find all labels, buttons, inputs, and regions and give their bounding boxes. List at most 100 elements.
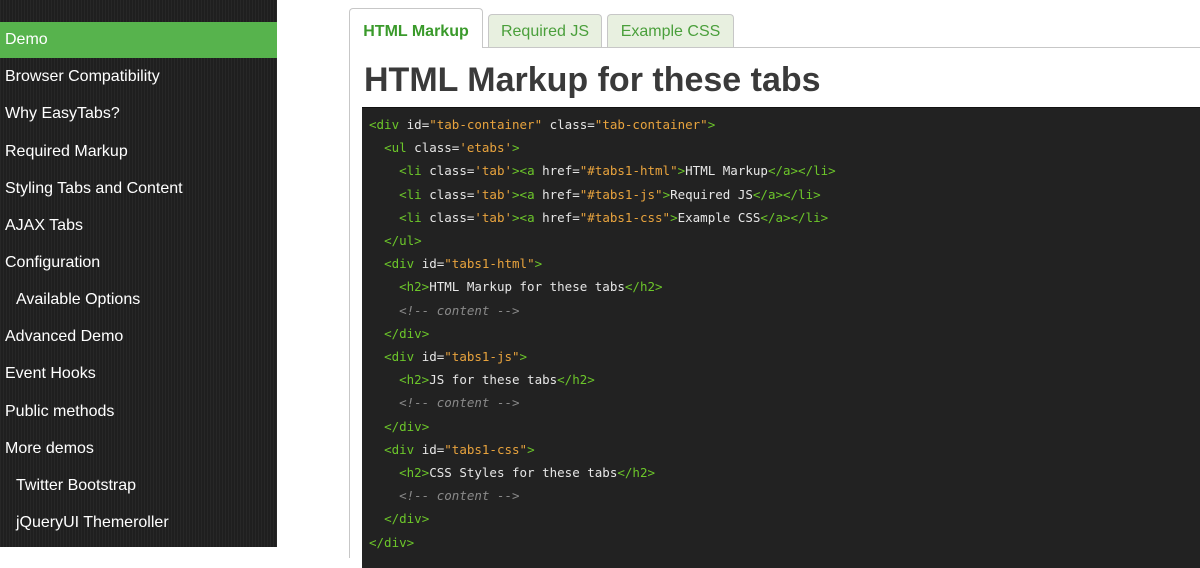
tab-panel: HTML Markup for these tabs <div id="tab-… [349, 47, 1200, 568]
panel-title: HTML Markup for these tabs [364, 61, 821, 99]
sidebar-item-browser-compatibility[interactable]: Browser Compatibility [0, 59, 277, 95]
sidebar-item-public-methods[interactable]: Public methods [0, 394, 277, 430]
code-token: href= [542, 209, 580, 225]
code-token: <div [384, 441, 422, 457]
code-line: <li class='tab'><a href="#tabs1-css">Exa… [369, 206, 828, 229]
code-token: 'tab' [474, 209, 513, 225]
sidebar-item-required-markup[interactable]: Required Markup [0, 134, 277, 170]
code-token: href= [542, 186, 580, 202]
sidebar-item-advanced-demo[interactable]: Advanced Demo [0, 319, 277, 355]
tab-example-css[interactable]: Example CSS [607, 14, 734, 47]
code-token: id= [421, 441, 445, 457]
code-line: <div id="tabs1-html"> [369, 252, 542, 275]
code-token: </div> [384, 325, 430, 341]
code-line: <div id="tabs1-js"> [369, 345, 527, 368]
code-token: </a></li> [752, 186, 821, 202]
code-token: > [677, 163, 686, 179]
sidebar-item-configuration[interactable]: Configuration [0, 245, 277, 281]
code-token: <h2> [399, 465, 430, 480]
code-token: CSS Styles for these tabs [429, 465, 618, 480]
code-line: <div id="tab-container" class="tab-conta… [369, 113, 715, 136]
code-line: <li class='tab'><a href="#tabs1-js">Requ… [369, 183, 821, 206]
code-line: <li class='tab'><a href="#tabs1-html">HT… [369, 159, 836, 182]
code-token: <a [519, 163, 543, 179]
sidebar-item-ajax-tabs[interactable]: AJAX Tabs [0, 208, 277, 244]
code-token: Example CSS [677, 209, 761, 225]
code-line: </ul> [369, 229, 422, 252]
code-token: <div [384, 349, 422, 364]
sidebar-item-styling-tabs[interactable]: Styling Tabs and Content [0, 171, 277, 207]
code-token: class= [414, 140, 460, 156]
code-line: <div id="tabs1-css"> [369, 438, 535, 461]
code-token: HTML Markup for these tabs [429, 279, 625, 295]
code-token: </div> [384, 418, 430, 434]
code-token: id= [421, 256, 445, 272]
code-token: > [527, 441, 535, 457]
sidebar-item-demo[interactable]: Demo [0, 22, 277, 58]
code-token: <ul [384, 140, 415, 156]
code-token: > [519, 349, 528, 364]
code-token: > [512, 140, 520, 156]
code-token: "tab-container" [429, 117, 543, 132]
code-token: <li [399, 209, 430, 225]
tab-html-markup[interactable]: HTML Markup [349, 8, 483, 48]
code-token: class= [429, 163, 475, 179]
code-line: <!-- content --> [369, 391, 519, 414]
code-token: "#tabs1-js" [579, 186, 663, 202]
code-token: > [512, 209, 520, 225]
code-token: <li [399, 163, 430, 179]
code-token: </div> [384, 511, 430, 527]
code-token: > [662, 186, 671, 202]
code-token: </h2> [624, 279, 663, 295]
code-token: 'tab' [474, 163, 513, 179]
code-line: <h2>HTML Markup for these tabs</h2> [369, 275, 663, 298]
code-line: <ul class='etabs'> [369, 136, 520, 159]
code-token: class= [429, 209, 475, 225]
code-token: "tabs1-html" [444, 256, 535, 272]
sidebar-item-jqueryui-themeroller[interactable]: jQueryUI Themeroller [0, 505, 277, 541]
code-token: </a></li> [760, 209, 829, 225]
code-line: <!-- content --> [369, 299, 519, 322]
code-token: <li [399, 186, 430, 202]
code-line: <h2>CSS Styles for these tabs</h2> [369, 461, 655, 484]
sidebar-item-more-demos[interactable]: More demos [0, 431, 277, 467]
code-token: "tab-container" [594, 117, 708, 132]
code-token: "#tabs1-html" [579, 163, 678, 179]
code-token: </ul> [384, 233, 422, 248]
code-token: id= [406, 117, 430, 132]
code-token: </h2> [617, 465, 656, 480]
tab-required-js[interactable]: Required JS [488, 14, 602, 47]
code-token: > [512, 163, 520, 179]
code-token: </div> [369, 534, 415, 550]
code-token: 'etabs' [459, 140, 513, 156]
code-line: <h2>JS for these tabs</h2> [369, 368, 595, 391]
sidebar-item-twitter-bootstrap[interactable]: Twitter Bootstrap [0, 468, 277, 504]
code-token: > [670, 209, 678, 225]
code-token: <h2> [399, 372, 430, 388]
code-token: 'tab' [474, 186, 513, 202]
code-token: "tabs1-css" [444, 441, 528, 457]
code-token: "#tabs1-css" [579, 209, 671, 225]
sidebar-item-event-hooks[interactable]: Event Hooks [0, 356, 277, 392]
code-block: <div id="tab-container" class="tab-conta… [362, 107, 1200, 568]
code-token: "tabs1-js" [444, 349, 520, 364]
code-line: </div> [369, 531, 414, 554]
code-token: <a [519, 186, 543, 202]
sidebar-item-available-options[interactable]: Available Options [0, 282, 277, 318]
sidebar-item-why-easytabs[interactable]: Why EasyTabs? [0, 96, 277, 132]
sidebar-nav: Demo Browser Compatibility Why EasyTabs?… [0, 0, 277, 547]
code-line: </div> [369, 322, 429, 345]
